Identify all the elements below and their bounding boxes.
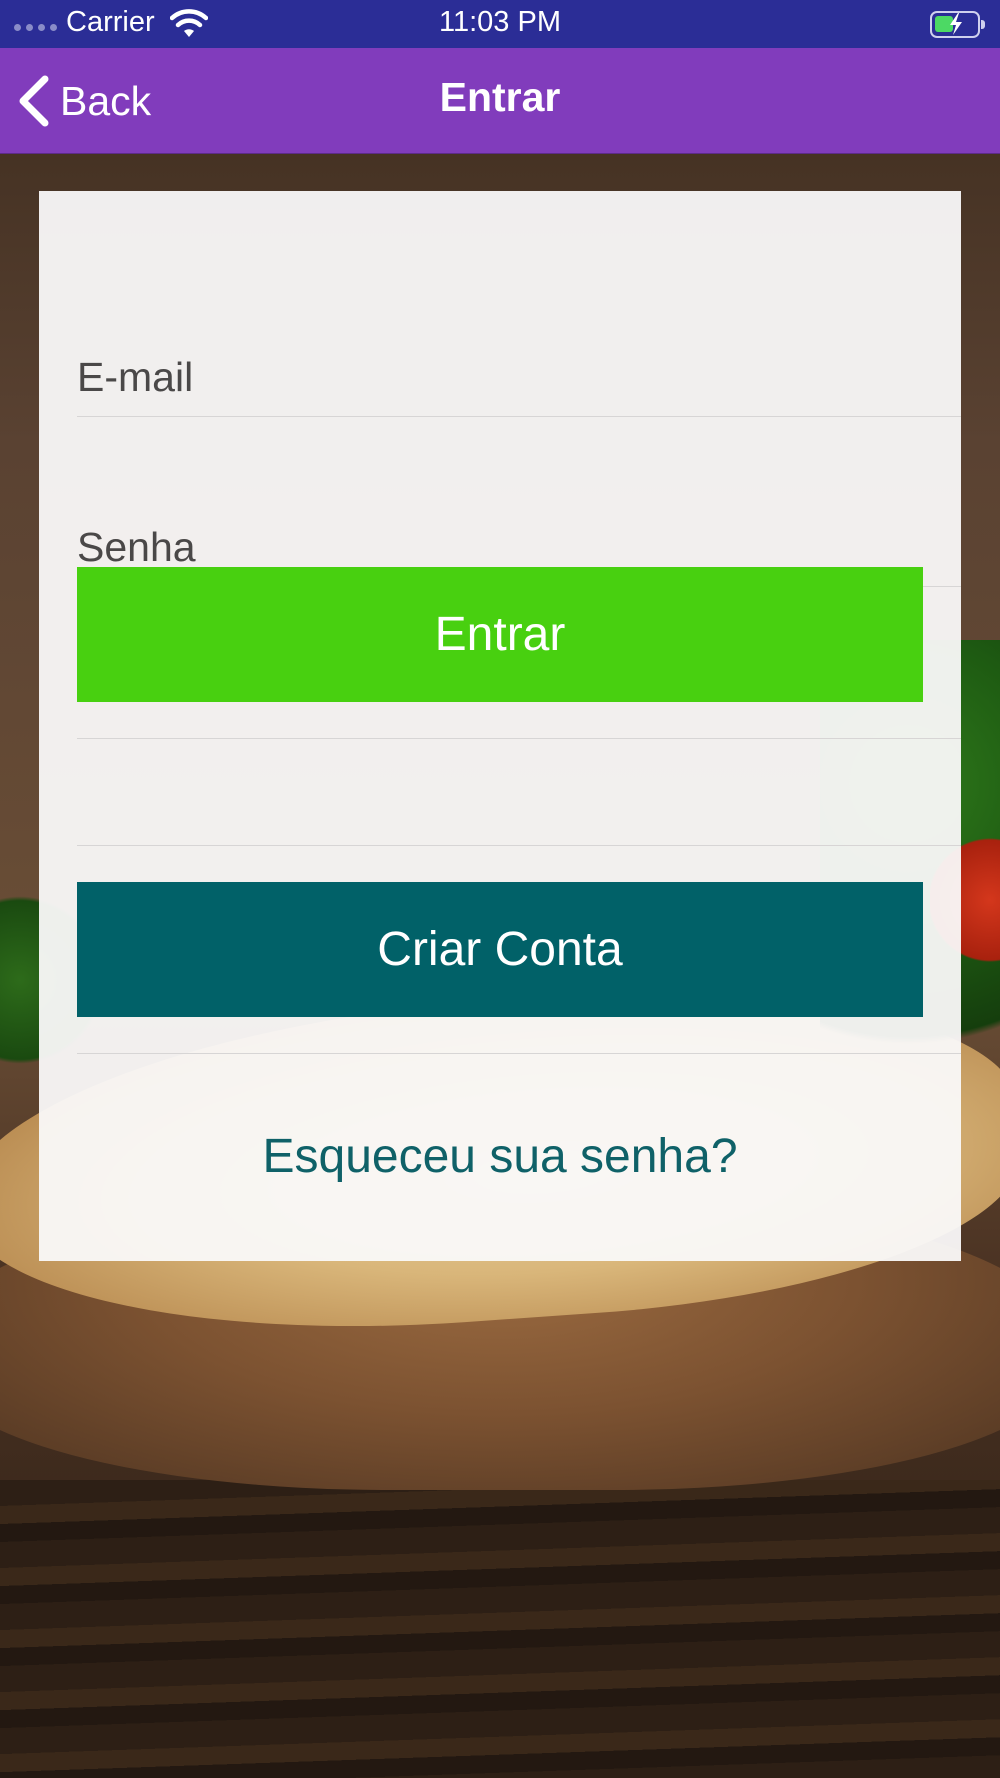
divider xyxy=(77,738,961,739)
battery-icon xyxy=(930,11,985,38)
page-title: Entrar xyxy=(439,74,561,120)
forgot-password-link[interactable]: Esqueceu sua senha? xyxy=(39,1129,961,1184)
status-bar: Carrier 11:03 PM xyxy=(0,0,1000,48)
email-field[interactable] xyxy=(77,339,961,416)
divider xyxy=(77,845,961,846)
create-account-button[interactable]: Criar Conta xyxy=(77,882,923,1017)
login-card: Entrar Criar Conta Esqueceu sua senha? xyxy=(39,191,961,1261)
divider xyxy=(77,1053,961,1054)
navigation-bar: Back Entrar xyxy=(0,48,1000,154)
clock: 11:03 PM xyxy=(439,6,561,38)
login-button[interactable]: Entrar xyxy=(77,567,923,702)
email-field-container xyxy=(77,339,961,417)
